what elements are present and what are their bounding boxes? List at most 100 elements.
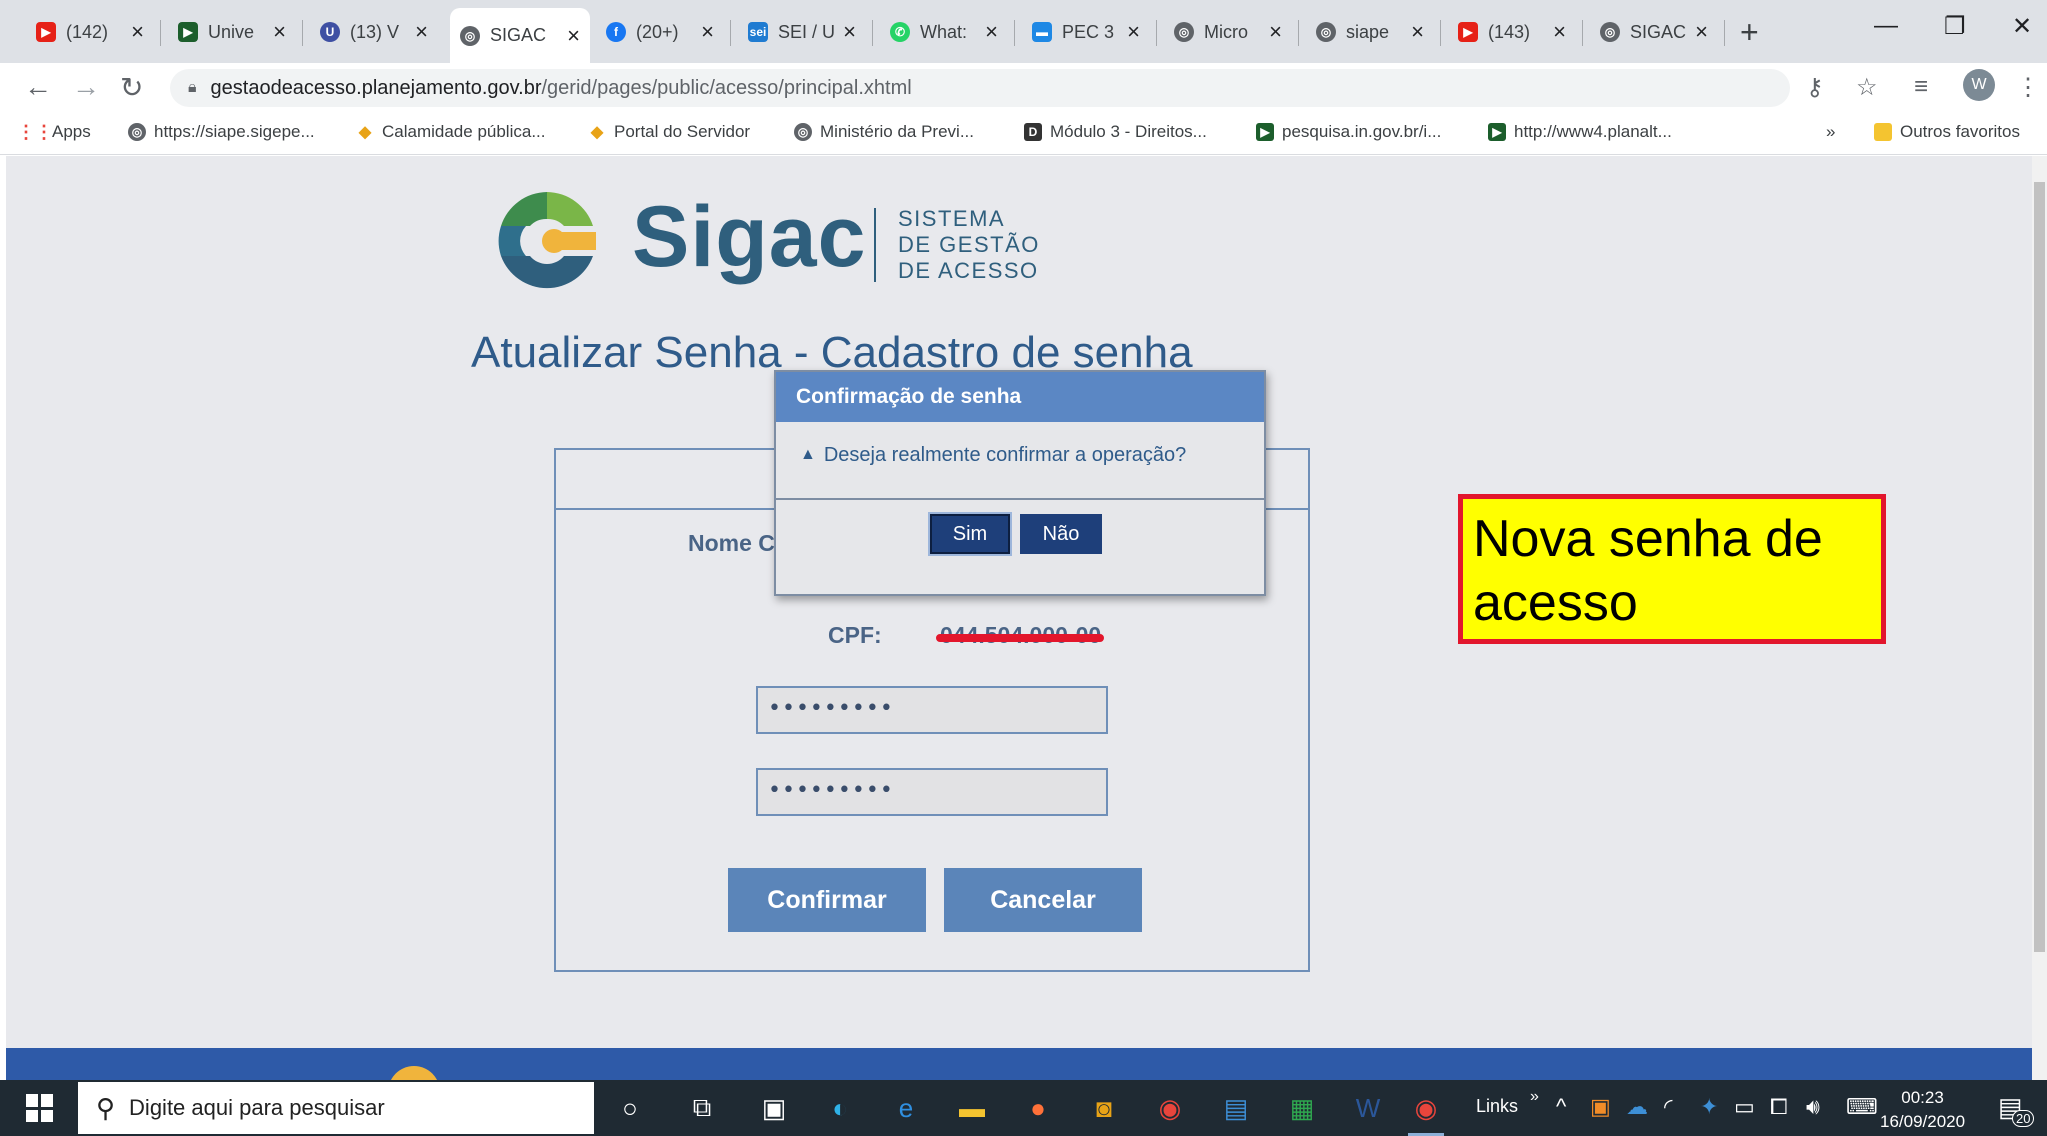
- new-tab-plus-icon[interactable]: +: [1740, 14, 1759, 51]
- bookmark-item[interactable]: ▶ pesquisa.in.gov.br/i...: [1256, 122, 1441, 142]
- close-tab-icon[interactable]: ×: [567, 23, 580, 49]
- d-logo-icon: D: [1024, 123, 1042, 141]
- tab-title: (20+): [636, 21, 679, 42]
- tab-title: Micro: [1204, 21, 1248, 42]
- tab-separator: [730, 20, 731, 46]
- close-tab-icon[interactable]: ×: [1553, 19, 1566, 45]
- bookmark-item[interactable]: ◆ Calamidade pública...: [356, 122, 546, 142]
- browser-tab[interactable]: ◎ siape ×: [1306, 12, 1434, 52]
- browser-tab[interactable]: ◎ SIGAC ×: [1590, 12, 1718, 52]
- key-icon[interactable]: ⚷: [1806, 73, 1824, 102]
- browser-tab[interactable]: ✆ What: ×: [880, 12, 1008, 52]
- windows-start-icon[interactable]: [26, 1094, 54, 1122]
- profile-avatar[interactable]: W: [1963, 69, 1995, 101]
- browser-tab[interactable]: ▶ Unive ×: [168, 12, 296, 52]
- bookmark-item[interactable]: ◎ Ministério da Previ...: [794, 122, 974, 142]
- browser-tab[interactable]: U (13) V ×: [310, 12, 438, 52]
- tray-expand-icon[interactable]: ^: [1556, 1094, 1566, 1120]
- task-view-icon[interactable]: ⧉: [684, 1090, 720, 1126]
- chevron-right-icon[interactable]: »: [1530, 1088, 1539, 1106]
- file-explorer-icon[interactable]: ▬: [954, 1090, 990, 1126]
- taskbar-search-input[interactable]: ⚲ Digite aqui para pesquisar: [78, 1082, 594, 1134]
- globe-icon: ◎: [460, 25, 480, 46]
- screen-icon[interactable]: ⧠: [1770, 1094, 1788, 1120]
- restore-icon[interactable]: ❐: [1944, 12, 1966, 41]
- cpf-label: CPF:: [828, 622, 882, 648]
- bookmark-item[interactable]: ▶ http://www4.planalt...: [1488, 122, 1672, 142]
- bookmark-item[interactable]: D Módulo 3 - Direitos...: [1024, 122, 1207, 142]
- store-icon[interactable]: ▣: [756, 1090, 792, 1126]
- links-toolbar[interactable]: Links: [1476, 1096, 1518, 1117]
- close-window-icon[interactable]: ✕: [2012, 12, 2032, 41]
- back-arrow-icon[interactable]: ←: [24, 71, 52, 103]
- chrome-icon[interactable]: ◉: [1152, 1090, 1188, 1126]
- other-bookmarks[interactable]: Outros favoritos: [1874, 122, 2020, 142]
- media-queue-icon[interactable]: ≡: [1914, 73, 1928, 101]
- browser-tab-active[interactable]: ◎ SIGAC ×: [450, 8, 590, 63]
- browser-tab[interactable]: ▶ (143) ×: [1448, 12, 1576, 52]
- menu-kebab-icon[interactable]: ⋮: [2016, 73, 2040, 102]
- folder-icon: [1874, 123, 1892, 141]
- close-tab-icon[interactable]: ×: [273, 19, 286, 45]
- close-tab-icon[interactable]: ×: [131, 19, 144, 45]
- firefox-icon[interactable]: ●: [1020, 1090, 1056, 1126]
- display-icon[interactable]: ▭: [1734, 1094, 1755, 1120]
- scrollbar-thumb[interactable]: [2034, 182, 2045, 952]
- internet-explorer-icon[interactable]: e: [888, 1090, 924, 1126]
- forward-arrow-icon[interactable]: →: [72, 71, 100, 103]
- cancel-button[interactable]: Cancelar: [944, 868, 1142, 932]
- tray-app-icon[interactable]: ▣: [1590, 1094, 1611, 1120]
- bookmarks-overflow-icon[interactable]: »: [1826, 122, 1835, 142]
- close-tab-icon[interactable]: ×: [1269, 19, 1282, 45]
- bookmark-item[interactable]: ◆ Portal do Servidor: [588, 122, 750, 142]
- cortana-icon[interactable]: ○: [612, 1090, 648, 1126]
- confirm-button[interactable]: Confirmar: [728, 868, 926, 932]
- close-tab-icon[interactable]: ×: [1127, 19, 1140, 45]
- browser-tab[interactable]: f (20+) ×: [596, 12, 724, 52]
- tab-title: SIGAC: [490, 25, 547, 45]
- clock-date: 16/09/2020: [1880, 1112, 1966, 1131]
- word-icon[interactable]: W: [1350, 1090, 1386, 1126]
- bookmark-item[interactable]: ◎ https://siape.sigepe...: [128, 122, 315, 142]
- reload-icon[interactable]: ↻: [120, 71, 143, 104]
- apps-grid-icon: ⋮⋮: [17, 121, 53, 142]
- close-tab-icon[interactable]: ×: [415, 19, 428, 45]
- new-password-input[interactable]: •••••••••: [756, 686, 1108, 734]
- confirm-password-input[interactable]: •••••••••: [756, 768, 1108, 816]
- close-tab-icon[interactable]: ×: [1695, 19, 1708, 45]
- browser-tab[interactable]: ◎ Micro ×: [1164, 12, 1292, 52]
- bookmark-label: http://www4.planalt...: [1514, 122, 1672, 141]
- onedrive-icon[interactable]: ☁: [1626, 1094, 1648, 1120]
- tray-shield-icon[interactable]: ✦: [1700, 1094, 1718, 1120]
- tab-title: (143): [1488, 21, 1531, 42]
- calc-icon[interactable]: ▦: [1284, 1090, 1320, 1126]
- logo-wordmark: Sigac: [632, 189, 867, 285]
- volume-icon[interactable]: 🔊︎: [1806, 1094, 1820, 1120]
- language-icon[interactable]: ⌨: [1846, 1094, 1878, 1120]
- media-player-icon[interactable]: ◙: [1086, 1090, 1122, 1126]
- close-tab-icon[interactable]: ×: [843, 19, 856, 45]
- facebook-icon: f: [606, 22, 626, 42]
- wifi-icon[interactable]: ◜: [1664, 1094, 1673, 1120]
- no-button[interactable]: Não: [1020, 514, 1102, 554]
- close-tab-icon[interactable]: ×: [1411, 19, 1424, 45]
- search-placeholder: Digite aqui para pesquisar: [129, 1095, 385, 1120]
- yes-button[interactable]: Sim: [930, 514, 1010, 554]
- browser-tab[interactable]: ▶ (142) ×: [26, 12, 154, 52]
- close-tab-icon[interactable]: ×: [701, 19, 714, 45]
- browser-tab[interactable]: sei SEI / U ×: [738, 12, 866, 52]
- minimize-icon[interactable]: —: [1874, 12, 1898, 40]
- confirm-dialog: Confirmação de senha ▲ Deseja realmente …: [774, 370, 1266, 596]
- taskbar-clock[interactable]: 00:23 16/09/2020: [1880, 1086, 1965, 1134]
- bookmark-label: Portal do Servidor: [614, 122, 751, 141]
- bookmark-star-icon[interactable]: ☆: [1856, 73, 1878, 102]
- browser-tab[interactable]: ▬ PEC 3 ×: [1022, 12, 1150, 52]
- bookmark-label: Ministério da Previ...: [820, 122, 974, 141]
- url-path: /gerid/pages/public/acesso/principal.xht…: [541, 76, 912, 99]
- bookmark-apps[interactable]: ⋮⋮ Apps: [17, 121, 91, 142]
- writer-icon[interactable]: ▤: [1218, 1090, 1254, 1126]
- edge-icon[interactable]: ◐: [822, 1090, 858, 1126]
- address-bar[interactable]: 🔒︎ gestaodeacesso.planejamento.gov.br/ge…: [170, 69, 1790, 107]
- chrome-active-icon[interactable]: ◉: [1408, 1090, 1444, 1136]
- close-tab-icon[interactable]: ×: [985, 19, 998, 45]
